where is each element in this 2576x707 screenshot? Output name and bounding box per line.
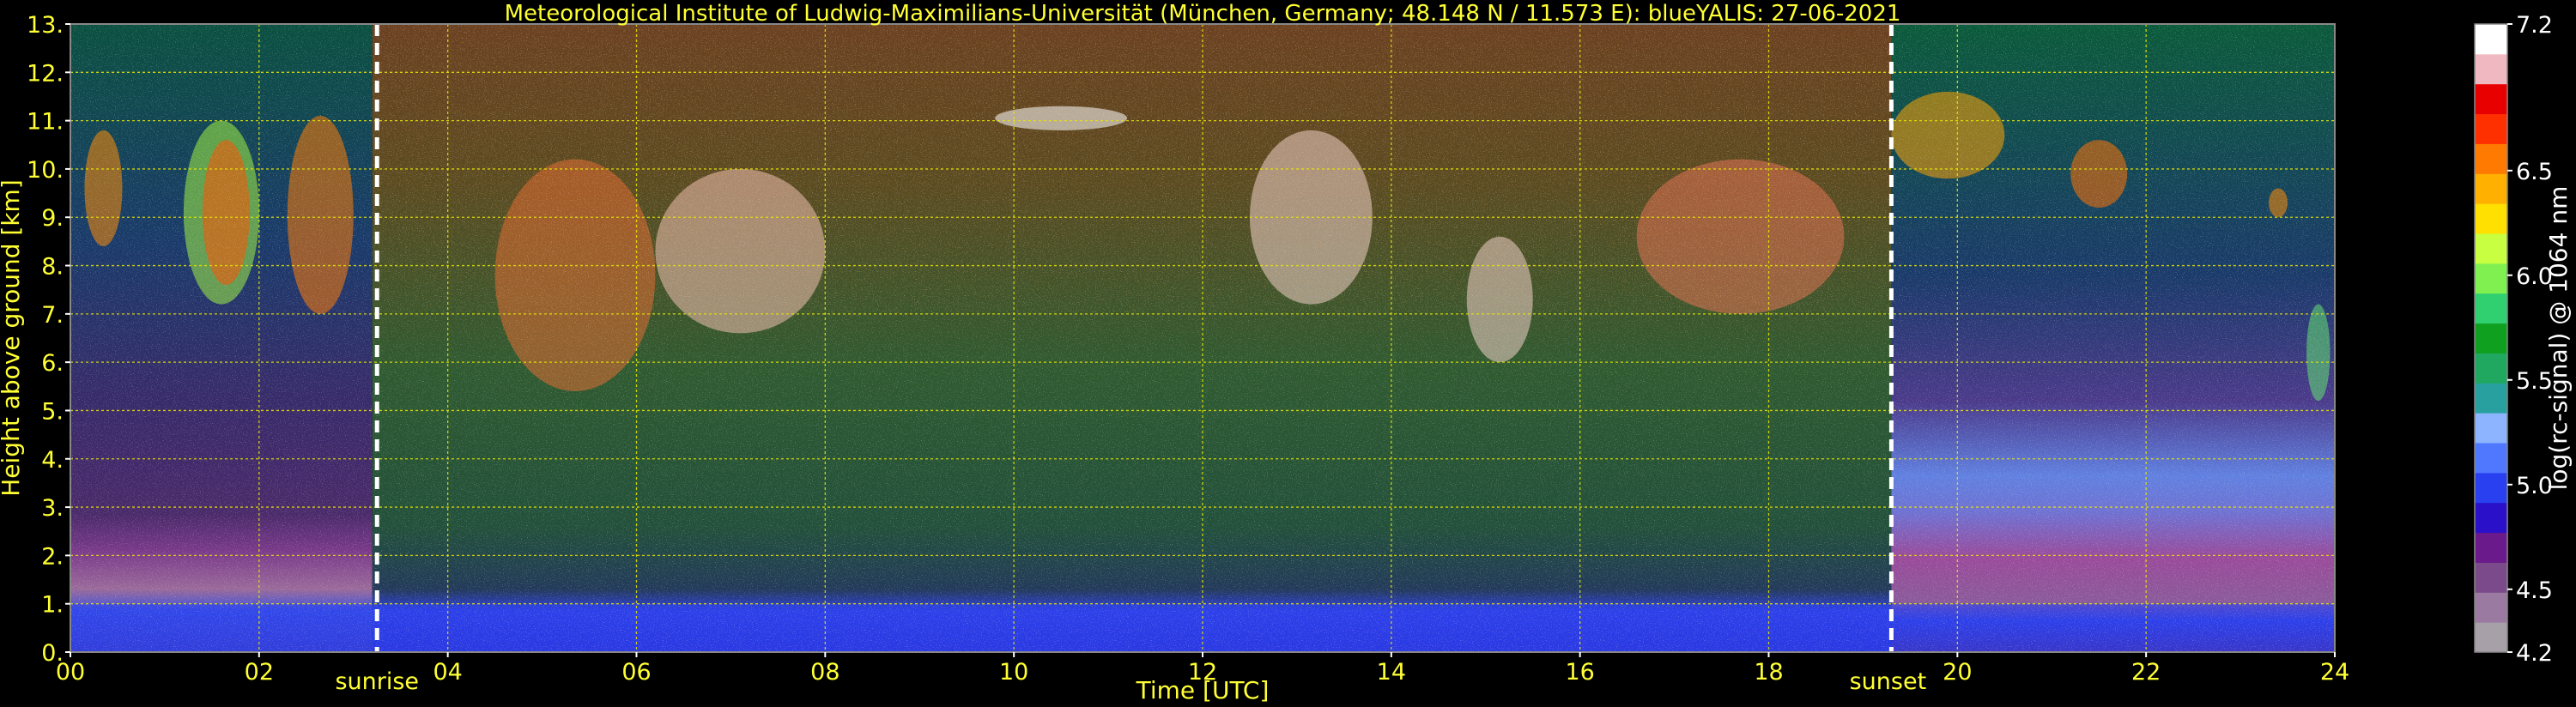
colorbar-segment [2475, 592, 2507, 623]
x-tick-label: 20 [1943, 659, 1972, 686]
colorbar: 4.24.55.05.56.06.57.2 [2474, 12, 2553, 667]
y-tick-label: 8. [41, 254, 64, 281]
colorbar-tick-label: 4.2 [2516, 640, 2553, 667]
colorbar-segment [2475, 293, 2507, 324]
colorbar-segment [2475, 113, 2507, 144]
y-tick-label: 9. [41, 205, 64, 232]
colorbar-segment [2475, 323, 2507, 354]
x-tick-label: 02 [245, 659, 274, 686]
colorbar-segment [2475, 472, 2507, 504]
y-tick-label: 1. [41, 592, 64, 619]
colorbar-segment [2475, 203, 2507, 234]
annotation-label: sunrise [335, 668, 419, 695]
x-axis-label: Time [UTC] [1136, 676, 1270, 704]
y-tick-label: 7. [41, 302, 64, 329]
y-tick-label: 12. [27, 60, 64, 87]
x-tick-label: 16 [1565, 659, 1594, 686]
annotation-label: sunset [1850, 668, 1927, 695]
x-tick-label: 14 [1377, 659, 1406, 686]
colorbar-segment [2475, 413, 2507, 444]
colorbar-segment [2475, 233, 2507, 264]
y-tick-label: 10. [27, 157, 64, 184]
x-tick-label: 10 [999, 659, 1028, 686]
x-tick-label: 08 [810, 659, 839, 686]
colorbar-segment [2475, 532, 2507, 563]
colorbar-segment [2475, 83, 2507, 115]
colorbar-segment [2475, 143, 2507, 174]
colorbar-segment [2475, 622, 2507, 653]
x-tick-label: 06 [621, 659, 651, 686]
colorbar-tick-label: 7.2 [2516, 12, 2553, 39]
x-tick-label: 22 [2131, 659, 2161, 686]
y-tick-label: 5. [41, 398, 64, 425]
colorbar-segment [2475, 383, 2507, 414]
y-tick-label: 2. [41, 543, 64, 570]
x-tick-label: 04 [433, 659, 462, 686]
y-tick-label: 3. [41, 495, 64, 522]
y-tick-label: 13. [27, 12, 64, 39]
colorbar-tick-label: 6.5 [2516, 159, 2553, 185]
lidar-chart: sunrise sunset00 02 04 06 08 10 12 14 16 18 20 22 240… [0, 1, 2573, 704]
y-tick-label: 4. [41, 447, 64, 474]
y-tick-label: 6. [41, 350, 64, 377]
colorbar-segment [2475, 443, 2507, 474]
chart-title: Meteorological Institute of Ludwig-Maxim… [505, 1, 1901, 27]
colorbar-segment [2475, 562, 2507, 593]
y-tick-label: 0. [41, 640, 64, 667]
y-axis-label: Height above ground [km] [0, 179, 25, 497]
colorbar-label: log(rc-signal) @ 1064 nm [2544, 186, 2573, 491]
colorbar-segment [2475, 173, 2507, 204]
colorbar-segment [2475, 24, 2507, 55]
colorbar-segment [2475, 263, 2507, 294]
colorbar-segment [2475, 353, 2507, 384]
colorbar-tick-label: 4.5 [2516, 577, 2553, 604]
colorbar-segment [2475, 53, 2507, 85]
x-tick-label: 24 [2320, 659, 2349, 686]
x-tick-label: 18 [1754, 659, 1783, 686]
colorbar-segment [2475, 502, 2507, 534]
y-tick-label: 11. [27, 109, 64, 136]
plot-area: sunrise sunset00 02 04 06 08 10 12 14 16 18 20 22 240… [27, 12, 2349, 695]
